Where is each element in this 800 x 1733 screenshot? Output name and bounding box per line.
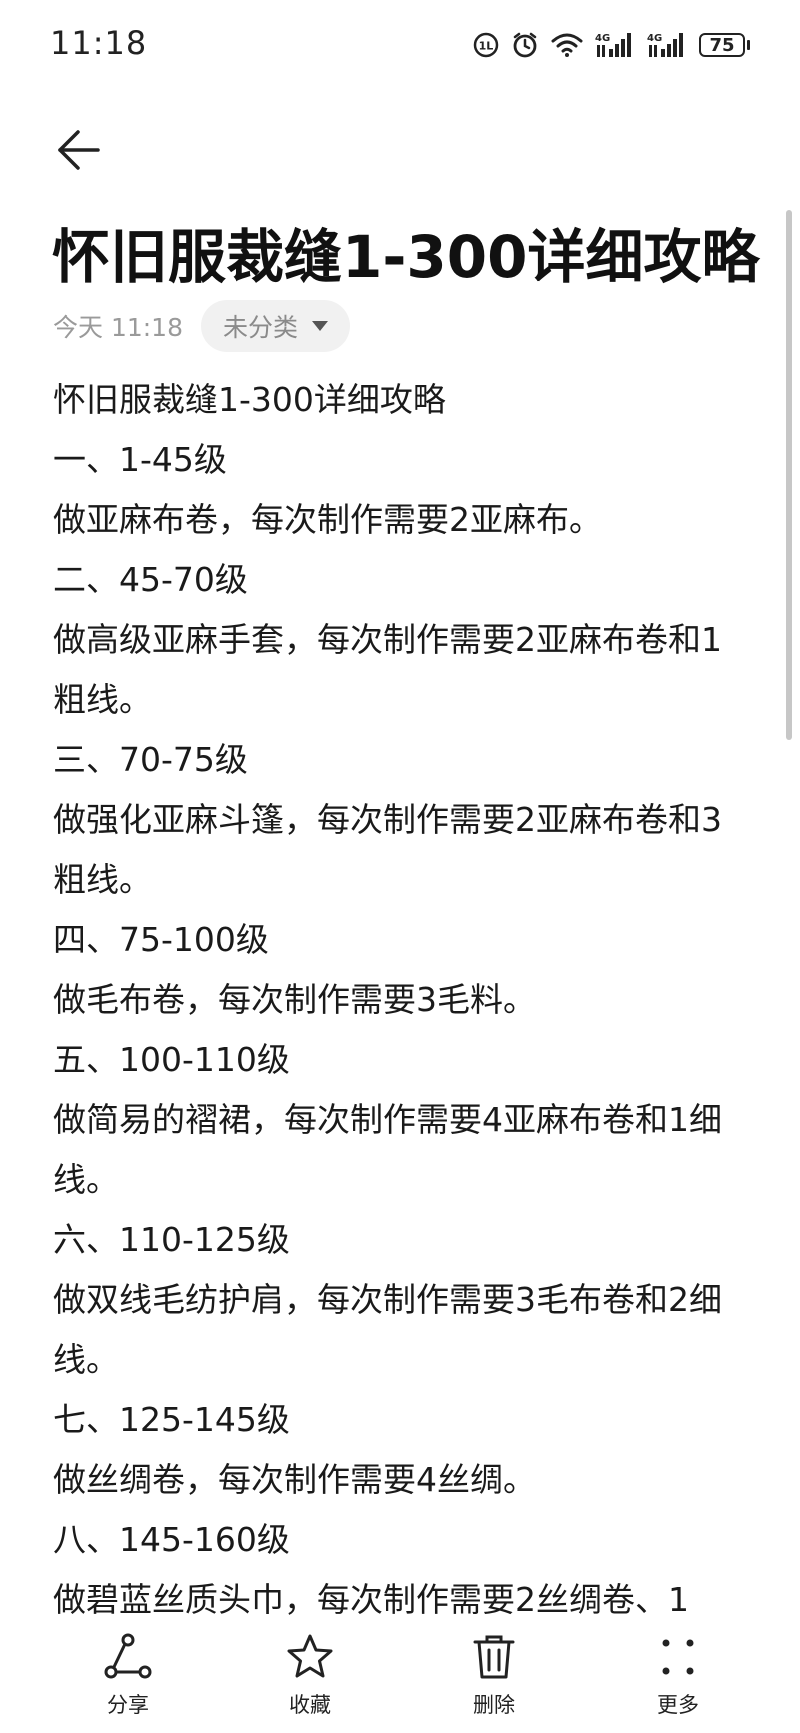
category-dropdown[interactable]: 未分类: [201, 300, 351, 352]
more-icon: [652, 1631, 704, 1683]
note-line: 做高级亚麻手套，每次制作需要2亚麻布卷和1粗线。: [53, 620, 722, 719]
status-bar: 11:18 1L 4G 4G 75: [0, 0, 800, 90]
page-title: 怀旧服裁缝1-300详细攻略: [52, 223, 760, 291]
status-icons: 1L 4G 4G 75: [473, 28, 750, 62]
note-line: 做丝绸卷，每次制作需要4丝绸。: [53, 1460, 536, 1499]
note-line: 做亚麻布卷，每次制作需要2亚麻布。: [53, 500, 602, 539]
note-line: 二、45-70级: [53, 560, 248, 599]
more-button[interactable]: 更多: [618, 1631, 738, 1719]
note-line: 怀旧服裁缝1-300详细攻略: [53, 380, 446, 419]
trash-icon: [468, 1631, 520, 1683]
note-line: 一、1-45级: [53, 440, 227, 479]
chevron-down-icon: [312, 321, 329, 331]
note-line: 做碧蓝丝质头巾，每次制作需要2丝绸卷、1: [53, 1580, 689, 1619]
note-line: 八、145-160级: [53, 1520, 290, 1559]
back-button[interactable]: [48, 120, 108, 180]
category-label: 未分类: [223, 313, 299, 342]
back-arrow-icon: [58, 130, 100, 170]
scrollbar[interactable]: [786, 210, 792, 740]
wifi-icon: [551, 32, 583, 58]
note-body[interactable]: 怀旧服裁缝1-300详细攻略 一、1-45级 做亚麻布卷，每次制作需要2亚麻布。…: [53, 370, 743, 1625]
star-icon: [284, 1631, 336, 1683]
network-label: 4G: [595, 33, 610, 44]
note-line: 三、70-75级: [53, 740, 248, 779]
bottom-toolbar: 分享 收藏 删除 更多: [0, 1623, 800, 1733]
battery-level: 75: [699, 33, 745, 57]
network-label: 4G: [647, 33, 662, 44]
alarm-icon: [511, 31, 539, 59]
note-line: 七、125-145级: [53, 1400, 290, 1439]
delete-label: 删除: [473, 1693, 515, 1717]
favorite-label: 收藏: [289, 1693, 331, 1717]
share-button[interactable]: 分享: [68, 1631, 188, 1719]
note-line: 做双线毛纺护肩，每次制作需要3毛布卷和2细线。: [53, 1280, 722, 1379]
more-label: 更多: [657, 1693, 699, 1717]
note-line: 做强化亚麻斗篷，每次制作需要2亚麻布卷和3粗线。: [53, 800, 722, 899]
share-icon: [102, 1631, 154, 1683]
svg-text:1L: 1L: [479, 40, 494, 53]
signal-4g-icon: 4G: [595, 31, 635, 59]
status-time: 11:18: [50, 24, 148, 62]
delete-button[interactable]: 删除: [434, 1631, 554, 1719]
hd-call-icon: 1L: [473, 32, 499, 58]
note-line: 做毛布卷，每次制作需要3毛料。: [53, 980, 536, 1019]
favorite-button[interactable]: 收藏: [250, 1631, 370, 1719]
signal-4g-icon: 4G: [647, 31, 687, 59]
note-line: 五、100-110级: [53, 1040, 290, 1079]
battery-icon: 75: [699, 33, 750, 57]
share-label: 分享: [107, 1693, 149, 1717]
note-line: 四、75-100级: [53, 920, 269, 959]
note-date: 今天 11:18: [53, 313, 183, 342]
note-line: 六、110-125级: [53, 1220, 290, 1259]
meta-row: 今天 11:18 未分类: [53, 298, 351, 354]
note-line: 做简易的褶裙，每次制作需要4亚麻布卷和1细线。: [53, 1100, 722, 1199]
